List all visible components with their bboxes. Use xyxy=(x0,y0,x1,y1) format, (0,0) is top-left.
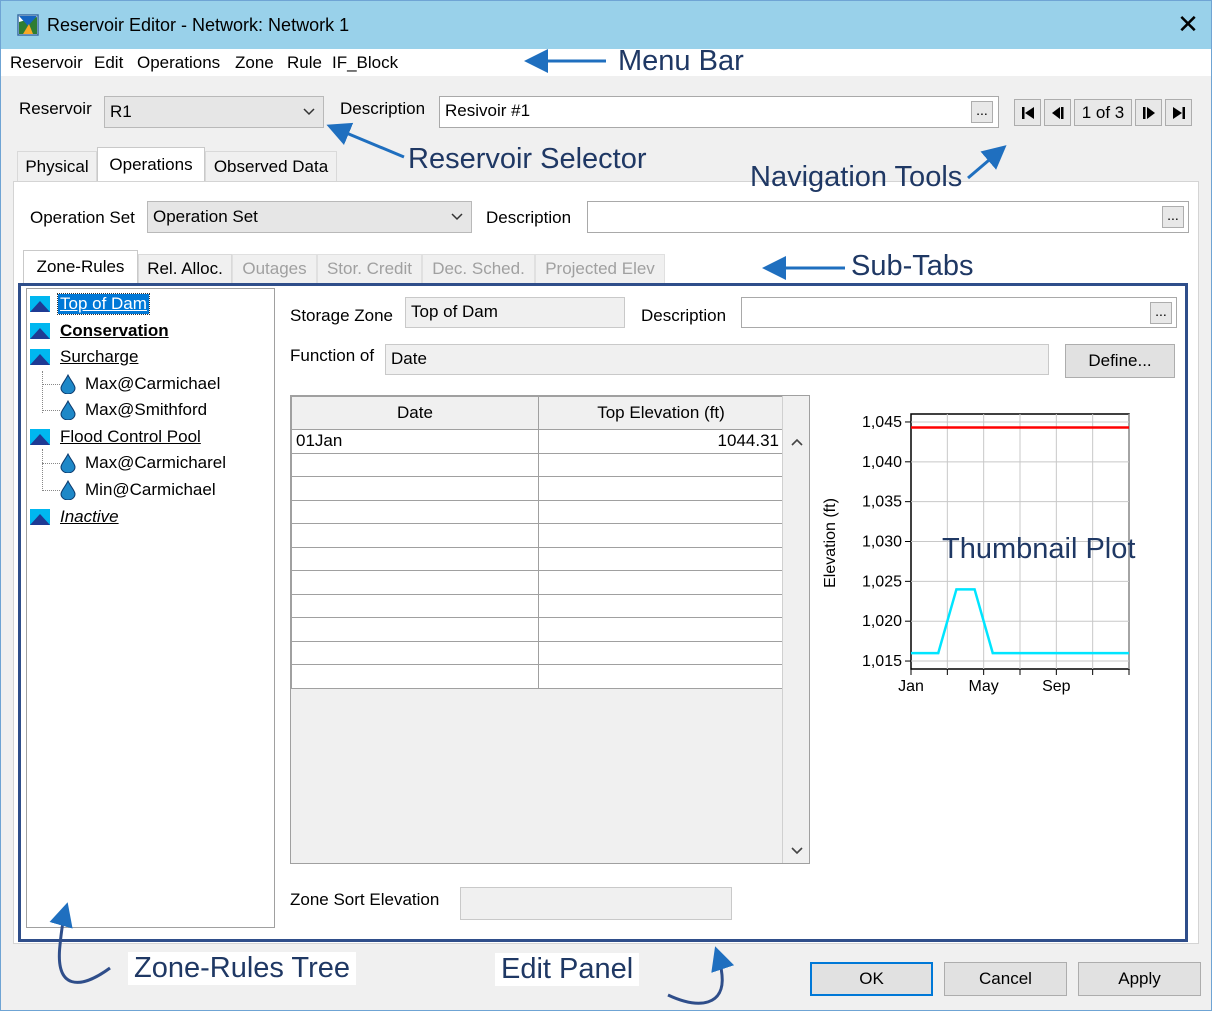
annotation-sub-tabs: Sub-Tabs xyxy=(845,250,980,283)
annotation-thumbnail-plot: Thumbnail Plot xyxy=(942,533,1136,565)
navigation-tools-arrow xyxy=(967,145,1007,180)
annotation-menu-bar: Menu Bar xyxy=(618,45,744,77)
reservoir-selector-arrow xyxy=(326,122,405,159)
annotation-navigation-tools: Navigation Tools xyxy=(750,161,963,193)
zone-rules-tree-arrow xyxy=(49,902,111,984)
annotation-zone-rules-tree: Zone-Rules Tree xyxy=(128,952,356,985)
annotation-edit-panel: Edit Panel xyxy=(495,953,640,986)
edit-panel-arrow xyxy=(667,946,735,1005)
annotation-reservoir-selector: Reservoir Selector xyxy=(408,143,647,175)
